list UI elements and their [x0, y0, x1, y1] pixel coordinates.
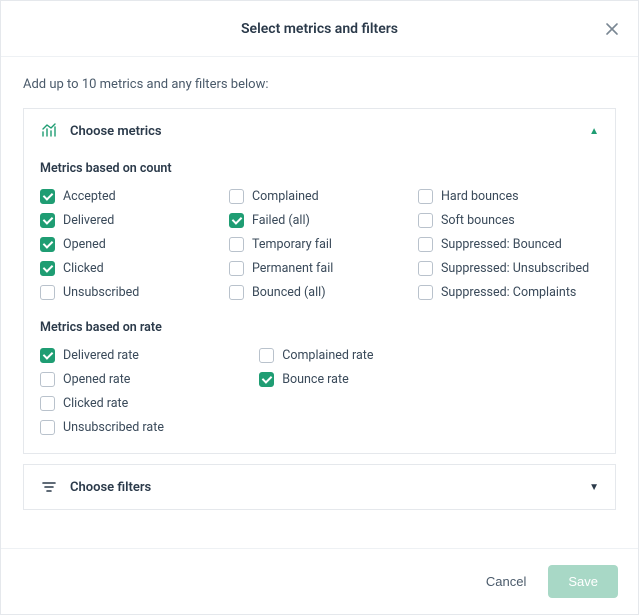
checkbox-box [418, 261, 433, 276]
metric-checkbox[interactable]: Complained rate [259, 343, 470, 367]
close-icon [604, 21, 620, 37]
metrics-panel-title: Choose metrics [70, 124, 589, 139]
dialog-footer: Cancel Save [1, 548, 638, 614]
metric-checkbox[interactable]: Bounce rate [259, 367, 470, 391]
metric-checkbox[interactable]: Unsubscribed [40, 280, 221, 304]
caret-down-icon: ▼ [589, 482, 599, 493]
metric-checkbox[interactable]: Soft bounces [418, 208, 599, 232]
checkbox-box [40, 237, 55, 252]
checkbox-box [40, 189, 55, 204]
checkbox-label: Permanent fail [252, 261, 333, 276]
checkbox-label: Suppressed: Unsubscribed [441, 261, 589, 276]
dialog-header: Select metrics and filters [1, 1, 638, 57]
dialog-body: Add up to 10 metrics and any filters bel… [1, 57, 638, 530]
metrics-icon [40, 123, 58, 139]
checkbox-label: Clicked rate [63, 396, 128, 411]
checkbox-box [40, 372, 55, 387]
metric-checkbox[interactable]: Accepted [40, 184, 221, 208]
checkbox-label: Delivered rate [63, 348, 139, 363]
checkbox-box [229, 189, 244, 204]
checkbox-box [259, 372, 274, 387]
metric-checkbox[interactable]: Complained [229, 184, 410, 208]
metric-checkbox[interactable]: Bounced (all) [229, 280, 410, 304]
metric-checkbox[interactable]: Hard bounces [418, 184, 599, 208]
checkbox-box [40, 285, 55, 300]
cancel-button[interactable]: Cancel [480, 566, 532, 597]
metrics-panel-header[interactable]: Choose metrics ▲ [24, 109, 615, 153]
metric-checkbox[interactable]: Suppressed: Bounced [418, 232, 599, 256]
checkbox-box [418, 237, 433, 252]
checkbox-box [229, 285, 244, 300]
checkbox-box [40, 420, 55, 435]
metric-checkbox[interactable]: Unsubscribed rate [40, 415, 251, 439]
checkbox-box [418, 213, 433, 228]
checkbox-box [40, 261, 55, 276]
checkbox-label: Clicked [63, 261, 104, 276]
metric-checkbox[interactable]: Clicked rate [40, 391, 251, 415]
group-count-label: Metrics based on count [40, 161, 599, 176]
checkbox-box [259, 348, 274, 363]
metric-checkbox[interactable]: Permanent fail [229, 256, 410, 280]
dialog: Select metrics and filters Add up to 10 … [0, 0, 639, 615]
close-button[interactable] [598, 15, 626, 43]
checkbox-label: Unsubscribed [63, 285, 139, 300]
caret-up-icon: ▲ [589, 126, 599, 137]
checkbox-box [229, 213, 244, 228]
checkbox-label: Suppressed: Bounced [441, 237, 562, 252]
checkbox-box [229, 237, 244, 252]
checkbox-label: Delivered [63, 213, 114, 228]
checkbox-label: Suppressed: Complaints [441, 285, 576, 300]
checkbox-label: Opened rate [63, 372, 130, 387]
metric-checkbox[interactable]: Suppressed: Unsubscribed [418, 256, 599, 280]
intro-text: Add up to 10 metrics and any filters bel… [23, 77, 616, 92]
filters-panel-title: Choose filters [70, 480, 589, 495]
checkbox-box [40, 213, 55, 228]
checkbox-label: Opened [63, 237, 106, 252]
checkbox-box [229, 261, 244, 276]
metrics-panel-content: Metrics based on count Accepted Delivered… [24, 161, 615, 453]
metrics-rate-grid: Delivered rate Opened rate Clicked rate Uns… [40, 343, 470, 439]
metric-checkbox[interactable]: Failed (all) [229, 208, 410, 232]
checkbox-box [40, 348, 55, 363]
metric-checkbox[interactable]: Delivered rate [40, 343, 251, 367]
checkbox-box [418, 285, 433, 300]
metrics-panel: Choose metrics ▲ Metrics based on count … [23, 108, 616, 454]
checkbox-label: Complained rate [282, 348, 373, 363]
checkbox-label: Accepted [63, 189, 116, 204]
checkbox-label: Soft bounces [441, 213, 515, 228]
checkbox-label: Bounce rate [282, 372, 349, 387]
save-button[interactable]: Save [548, 565, 618, 598]
metric-checkbox[interactable]: Clicked [40, 256, 221, 280]
filters-panel-header[interactable]: Choose filters ▼ [24, 465, 615, 509]
metrics-count-grid: Accepted Delivered Opened Clicked Unsubscrib… [40, 184, 599, 304]
checkbox-box [40, 396, 55, 411]
metric-checkbox[interactable]: Opened [40, 232, 221, 256]
metric-checkbox[interactable]: Temporary fail [229, 232, 410, 256]
metric-checkbox[interactable]: Opened rate [40, 367, 251, 391]
checkbox-label: Complained [252, 189, 319, 204]
metric-checkbox[interactable]: Suppressed: Complaints [418, 280, 599, 304]
filter-icon [40, 479, 58, 495]
filters-panel: Choose filters ▼ [23, 464, 616, 510]
checkbox-label: Unsubscribed rate [63, 420, 164, 435]
checkbox-label: Bounced (all) [252, 285, 326, 300]
dialog-title: Select metrics and filters [241, 21, 398, 37]
checkbox-label: Failed (all) [252, 213, 310, 228]
checkbox-label: Hard bounces [441, 189, 519, 204]
checkbox-label: Temporary fail [252, 237, 332, 252]
metric-checkbox[interactable]: Delivered [40, 208, 221, 232]
checkbox-box [418, 189, 433, 204]
group-rate-label: Metrics based on rate [40, 320, 599, 335]
